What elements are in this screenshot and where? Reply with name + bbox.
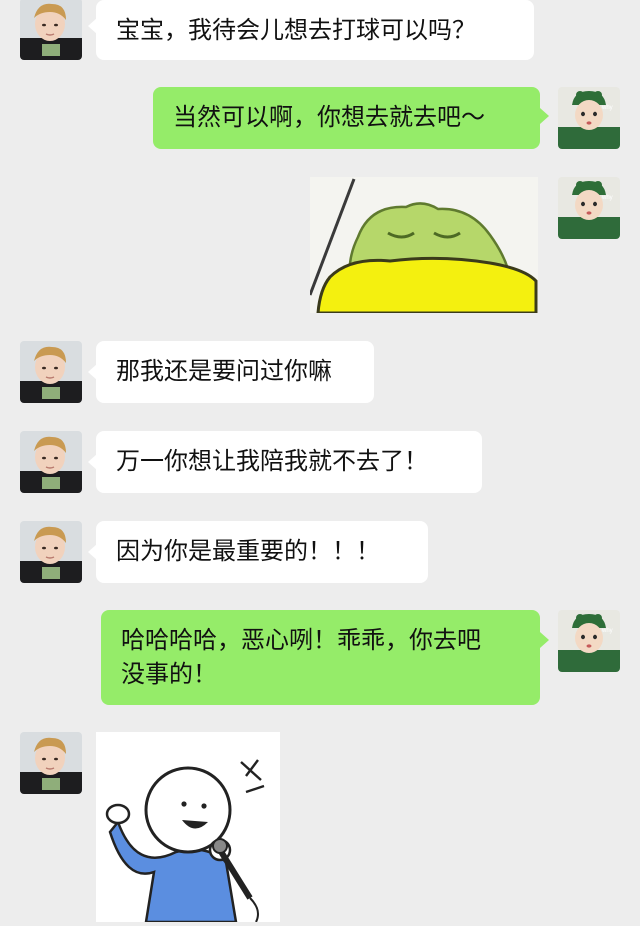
- singing-stickman-sticker[interactable]: [96, 732, 280, 922]
- avatar-contact[interactable]: [20, 732, 82, 794]
- message-bubble[interactable]: 因为你是最重要的！！！: [96, 521, 428, 583]
- avatar-self[interactable]: [558, 610, 620, 672]
- avatar-self[interactable]: [558, 87, 620, 149]
- bubble-tail: [540, 108, 549, 124]
- message-bubble[interactable]: 哈哈哈哈，恶心咧！乖乖，你去吧 没事的！: [101, 610, 540, 705]
- message-bubble[interactable]: 宝宝，我待会儿想去打球可以吗？: [96, 0, 534, 60]
- avatar-contact[interactable]: [20, 431, 82, 493]
- message-bubble[interactable]: 那我还是要问过你嘛: [96, 341, 374, 403]
- sleeping-frog-sticker[interactable]: [310, 177, 538, 313]
- message-bubble[interactable]: 万一你想让我陪我就不去了！: [96, 431, 482, 493]
- avatar-self[interactable]: [558, 177, 620, 239]
- bubble-tail: [540, 632, 549, 648]
- avatar-contact[interactable]: [20, 521, 82, 583]
- avatar-contact[interactable]: [20, 341, 82, 403]
- avatar-contact[interactable]: [20, 0, 82, 60]
- message-bubble[interactable]: 当然可以啊，你想去就去吧～: [153, 87, 540, 149]
